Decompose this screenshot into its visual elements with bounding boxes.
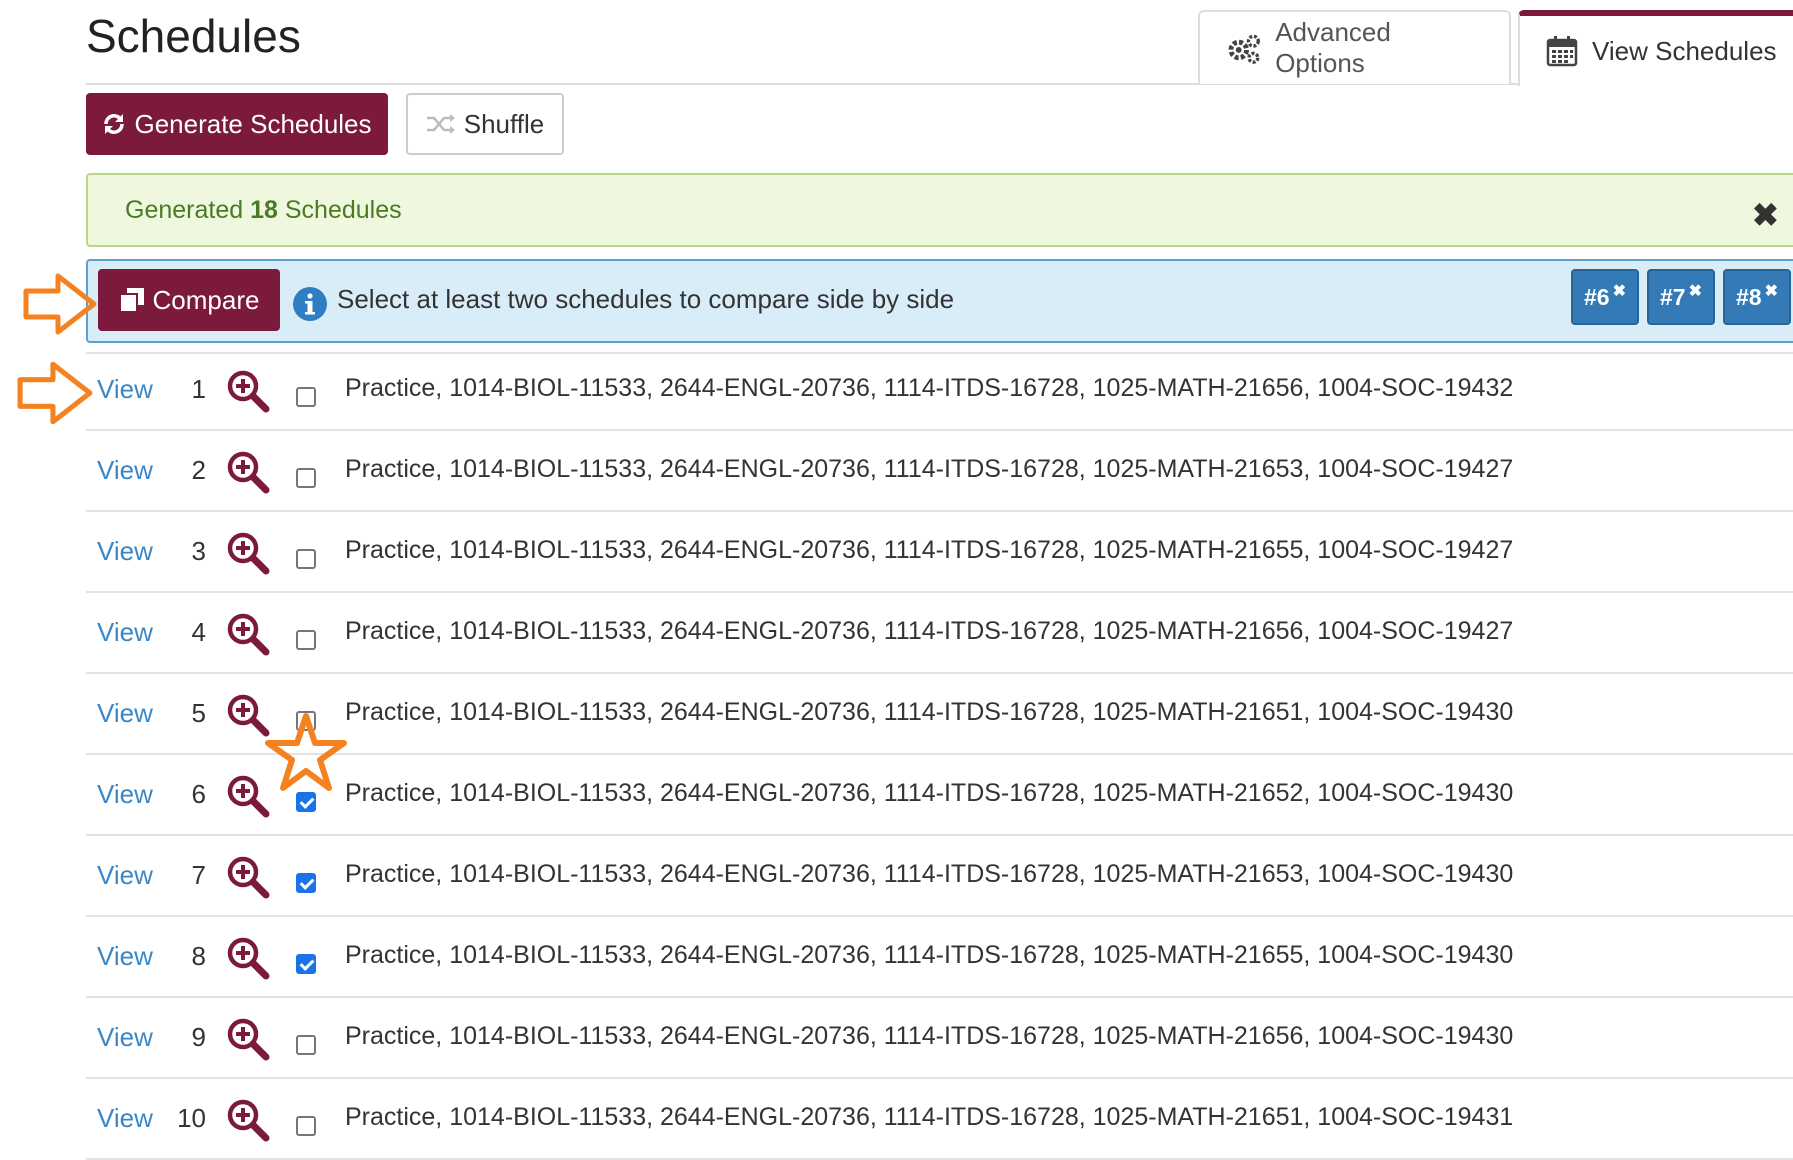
copy-icon bbox=[118, 288, 144, 313]
alert-suffix: Schedules bbox=[284, 195, 402, 224]
view-link[interactable]: View bbox=[97, 617, 153, 648]
zoom-in-icon[interactable] bbox=[226, 450, 270, 499]
schedule-courses: Practice, 1014-BIOL-11533, 2644-ENGL-207… bbox=[345, 698, 1514, 726]
view-link[interactable]: View bbox=[97, 779, 153, 810]
remove-icon[interactable]: ✖ bbox=[1689, 281, 1702, 301]
zoom-in-icon[interactable] bbox=[226, 1017, 270, 1066]
refresh-icon bbox=[104, 114, 125, 134]
schedule-row: View 2 Practice, 1014-BIOL-11533, 2644-E… bbox=[86, 431, 1793, 512]
schedule-row: View 7 Practice, 1014-BIOL-11533, 2644-E… bbox=[86, 836, 1793, 917]
schedule-row: View 9 Practice, 1014-BIOL-11533, 2644-E… bbox=[86, 998, 1793, 1079]
generate-schedules-button[interactable]: Generate Schedules bbox=[86, 93, 388, 155]
tab-advanced-options-label: Advanced Options bbox=[1275, 17, 1391, 78]
zoom-in-icon[interactable] bbox=[226, 369, 270, 418]
generated-alert: Generated 18 Schedules bbox=[86, 173, 1793, 247]
view-link[interactable]: View bbox=[97, 374, 153, 405]
shuffle-icon bbox=[426, 114, 455, 134]
compare-hint-text: Select at least two schedules to compare… bbox=[337, 284, 955, 314]
schedule-courses: Practice, 1014-BIOL-11533, 2644-ENGL-207… bbox=[345, 779, 1514, 807]
tab-view-schedules[interactable]: View Schedules bbox=[1518, 10, 1793, 86]
schedule-number: 10 bbox=[177, 1103, 206, 1133]
remove-icon[interactable]: ✖ bbox=[1765, 281, 1778, 301]
annotation-arrow-icon bbox=[23, 273, 97, 335]
compare-checkbox[interactable] bbox=[296, 549, 316, 569]
tab-advanced-options[interactable]: Advanced Options bbox=[1198, 10, 1511, 84]
compare-button[interactable]: Compare bbox=[98, 269, 280, 331]
schedule-courses: Practice, 1014-BIOL-11533, 2644-ENGL-207… bbox=[345, 860, 1514, 888]
schedule-row: View 1 Practice, 1014-BIOL-11533, 2644-E… bbox=[86, 350, 1793, 431]
view-link[interactable]: View bbox=[97, 1103, 153, 1134]
schedule-courses: Practice, 1014-BIOL-11533, 2644-ENGL-207… bbox=[345, 1103, 1514, 1131]
compare-checkbox[interactable] bbox=[296, 387, 316, 407]
view-link[interactable]: View bbox=[97, 455, 153, 486]
compare-checkbox[interactable] bbox=[296, 954, 316, 974]
compare-chip-6[interactable]: #6 ✖ bbox=[1571, 269, 1639, 325]
schedule-row: View 8 Practice, 1014-BIOL-11533, 2644-E… bbox=[86, 917, 1793, 998]
compare-checkbox[interactable] bbox=[296, 1116, 316, 1136]
zoom-in-icon[interactable] bbox=[226, 531, 270, 580]
schedule-courses: Practice, 1014-BIOL-11533, 2644-ENGL-207… bbox=[345, 617, 1514, 645]
generate-schedules-label: Generate Schedules bbox=[134, 108, 372, 139]
compare-checkbox[interactable] bbox=[296, 1035, 316, 1055]
compare-chip-8[interactable]: #8 ✖ bbox=[1723, 269, 1791, 325]
zoom-in-icon[interactable] bbox=[226, 855, 270, 904]
alert-count: 18 bbox=[250, 195, 278, 224]
tab-view-schedules-label: View Schedules bbox=[1592, 35, 1777, 66]
schedule-number: 7 bbox=[191, 860, 206, 890]
annotation-arrow-icon bbox=[17, 361, 93, 425]
compare-button-label: Compare bbox=[152, 284, 260, 315]
schedule-courses: Practice, 1014-BIOL-11533, 2644-ENGL-207… bbox=[345, 1022, 1514, 1050]
view-link[interactable]: View bbox=[97, 1022, 153, 1053]
schedule-courses: Practice, 1014-BIOL-11533, 2644-ENGL-207… bbox=[345, 374, 1514, 402]
schedule-number: 8 bbox=[191, 941, 206, 971]
view-link[interactable]: View bbox=[97, 536, 153, 567]
schedule-row: View 3 Practice, 1014-BIOL-11533, 2644-E… bbox=[86, 512, 1793, 593]
zoom-in-icon[interactable] bbox=[226, 1098, 270, 1147]
schedule-courses: Practice, 1014-BIOL-11533, 2644-ENGL-207… bbox=[345, 536, 1514, 564]
page-title: Schedules bbox=[86, 10, 301, 62]
schedule-courses: Practice, 1014-BIOL-11533, 2644-ENGL-207… bbox=[345, 455, 1514, 483]
zoom-in-icon[interactable] bbox=[226, 936, 270, 985]
compare-chip-7[interactable]: #7 ✖ bbox=[1647, 269, 1715, 325]
shuffle-label: Shuffle bbox=[463, 108, 545, 139]
calendar-icon bbox=[1546, 36, 1578, 67]
compare-checkbox[interactable] bbox=[296, 630, 316, 650]
info-icon bbox=[293, 287, 327, 321]
schedule-row: View 4 Practice, 1014-BIOL-11533, 2644-E… bbox=[86, 593, 1793, 674]
zoom-in-icon[interactable] bbox=[226, 612, 270, 661]
compare-checkbox[interactable] bbox=[296, 468, 316, 488]
annotation-star-icon bbox=[265, 713, 347, 791]
close-icon[interactable]: ✖ bbox=[1752, 196, 1779, 234]
alert-prefix: Generated bbox=[125, 195, 244, 224]
schedule-number: 6 bbox=[191, 779, 206, 809]
schedule-row: View 10 Practice, 1014-BIOL-11533, 2644-… bbox=[86, 1079, 1793, 1160]
remove-icon[interactable]: ✖ bbox=[1613, 281, 1626, 301]
view-link[interactable]: View bbox=[97, 698, 153, 729]
schedule-number: 3 bbox=[191, 536, 206, 566]
schedule-number: 5 bbox=[191, 698, 206, 728]
schedule-number: 4 bbox=[191, 617, 206, 647]
view-link[interactable]: View bbox=[97, 941, 153, 972]
schedule-number: 9 bbox=[191, 1022, 206, 1052]
schedule-number: 2 bbox=[191, 455, 206, 485]
compare-checkbox[interactable] bbox=[296, 873, 316, 893]
compare-chip-6-label: #6 bbox=[1584, 283, 1610, 310]
shuffle-button[interactable]: Shuffle bbox=[406, 93, 564, 155]
compare-checkbox[interactable] bbox=[296, 792, 316, 812]
schedule-courses: Practice, 1014-BIOL-11533, 2644-ENGL-207… bbox=[345, 941, 1514, 969]
compare-chip-7-label: #7 bbox=[1660, 283, 1686, 310]
view-link[interactable]: View bbox=[97, 860, 153, 891]
gears-icon bbox=[1228, 34, 1260, 64]
schedule-number: 1 bbox=[191, 374, 206, 404]
compare-chip-8-label: #8 bbox=[1736, 283, 1762, 310]
